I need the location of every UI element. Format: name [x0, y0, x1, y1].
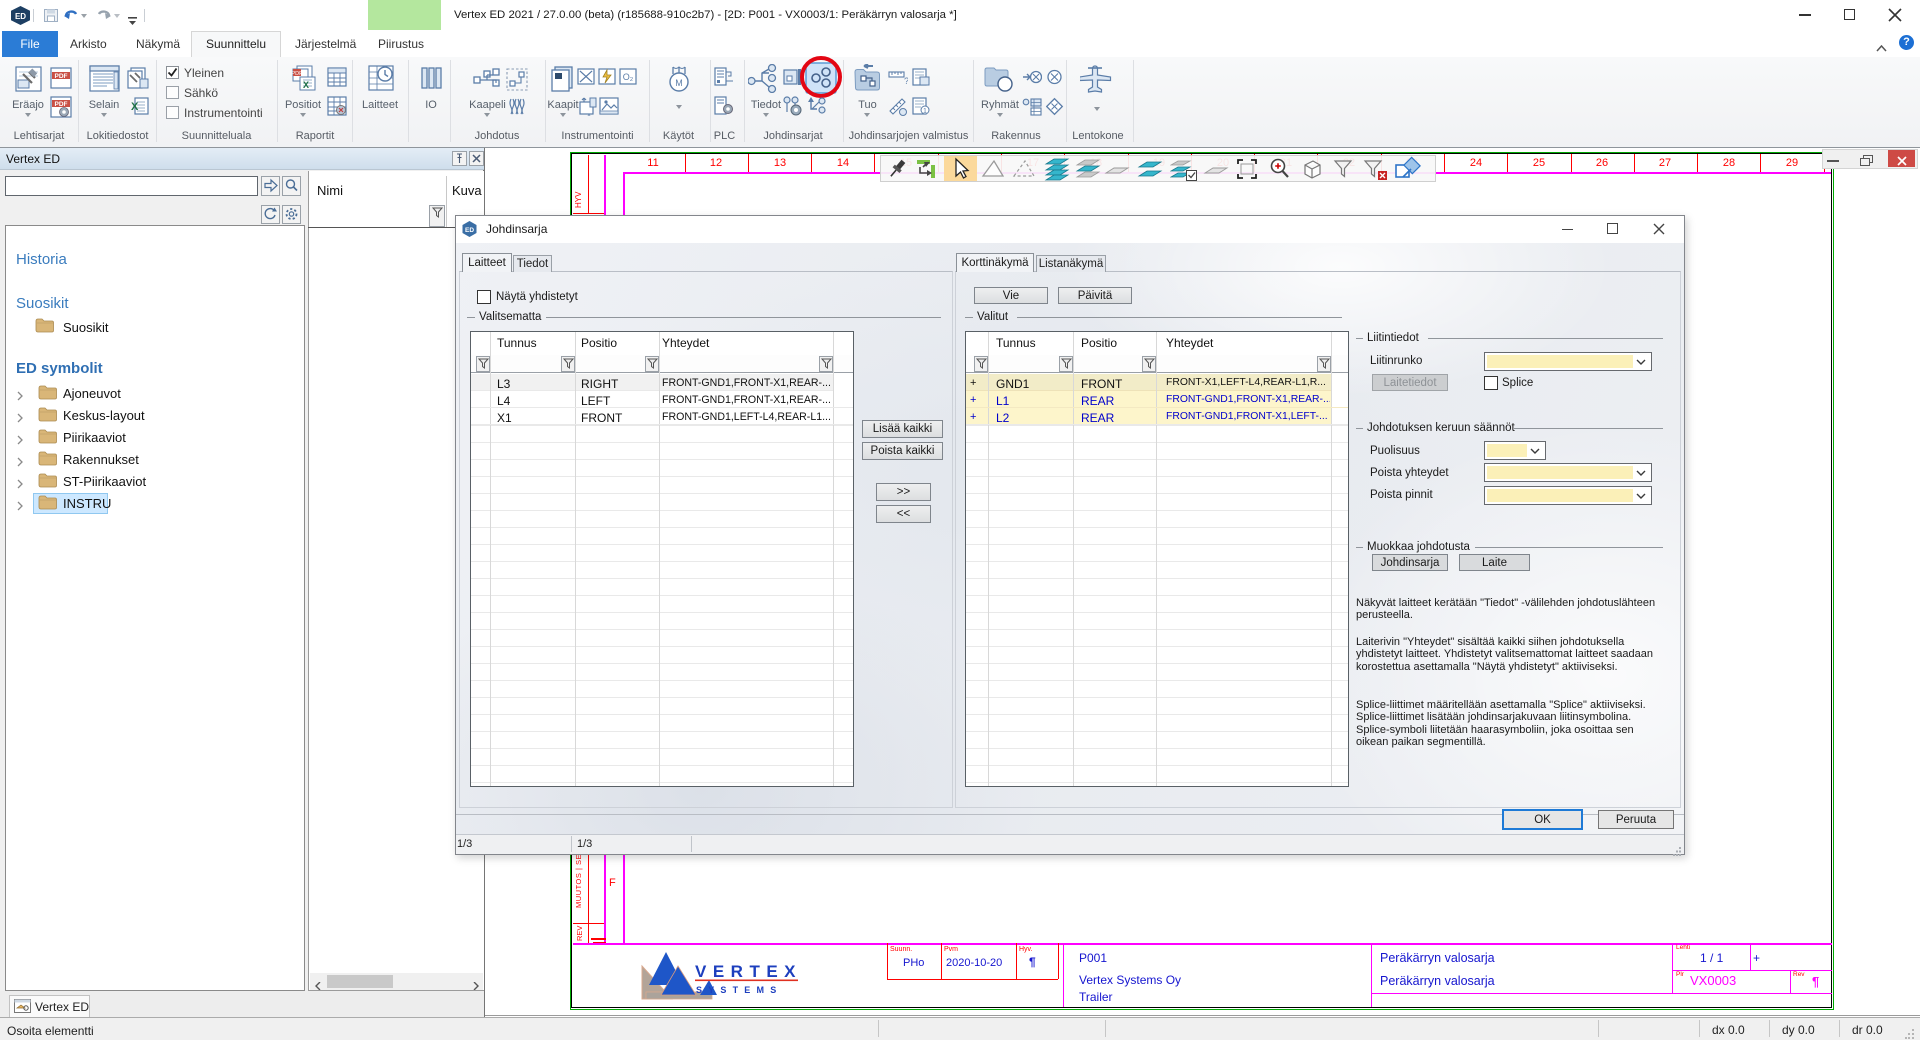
svg-text:1: 1: [923, 108, 927, 115]
svg-text:SYSTEMS: SYSTEMS: [696, 985, 782, 995]
svg-text:VERTEX: VERTEX: [695, 962, 802, 981]
svg-text:ED: ED: [15, 12, 26, 21]
svg-text:M: M: [675, 78, 683, 88]
svg-text:PDF: PDF: [55, 101, 68, 108]
svg-text:?: ?: [904, 76, 908, 86]
svg-text:PDF: PDF: [55, 73, 68, 80]
svg-text:ED: ED: [465, 227, 474, 234]
svg-text:O₂: O₂: [623, 72, 634, 82]
svg-text:X: X: [303, 80, 309, 90]
svg-text:PDF: PDF: [292, 71, 304, 77]
